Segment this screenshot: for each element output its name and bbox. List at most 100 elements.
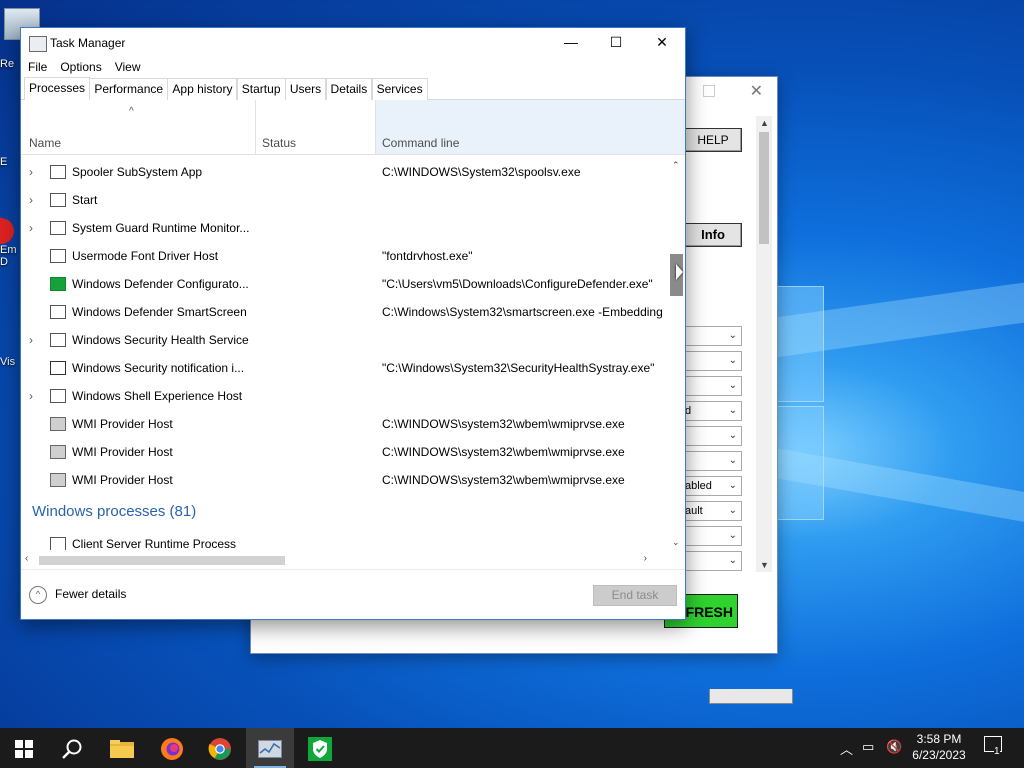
menu-options[interactable]: Options bbox=[53, 57, 107, 74]
process-name: System Guard Runtime Monitor... bbox=[72, 221, 250, 235]
scroll-up-icon[interactable]: ▲ bbox=[760, 118, 769, 128]
scrollbar-thumb[interactable] bbox=[39, 556, 285, 565]
tab-app-history[interactable]: App history bbox=[167, 78, 238, 100]
minimize-button[interactable]: — bbox=[548, 28, 594, 57]
column-divider[interactable] bbox=[375, 100, 376, 154]
process-row[interactable]: Usermode Font Driver Host "fontdrvhost.ex… bbox=[21, 242, 669, 270]
chevron-down-icon: ⌄ bbox=[728, 555, 737, 566]
provider-icon bbox=[50, 473, 66, 487]
start-button[interactable] bbox=[0, 728, 48, 768]
setting-select[interactable]: ⌄ bbox=[684, 326, 742, 346]
setting-select[interactable]: ⌄ bbox=[684, 451, 742, 471]
tab-users[interactable]: Users bbox=[284, 78, 327, 100]
file-explorer-button[interactable] bbox=[98, 728, 146, 768]
scroll-right-icon[interactable]: › bbox=[644, 553, 647, 564]
expand-chevron-icon[interactable]: › bbox=[29, 382, 33, 410]
scroll-down-icon[interactable]: ▼ bbox=[760, 560, 769, 570]
column-header-status[interactable]: Status bbox=[262, 136, 296, 150]
network-icon[interactable]: ▭ bbox=[862, 739, 874, 755]
process-command-line: C:\WINDOWS\system32\wbem\wmiprvse.exe bbox=[382, 445, 625, 459]
start-icon bbox=[50, 389, 66, 403]
process-name: WMI Provider Host bbox=[72, 473, 173, 487]
configure-defender-taskbar-button[interactable] bbox=[296, 728, 344, 768]
tab-processes[interactable]: Processes bbox=[24, 77, 91, 100]
process-row[interactable]: › Spooler SubSystem App C:\WINDOWS\System3… bbox=[21, 158, 669, 186]
search-icon bbox=[62, 739, 82, 760]
scrollbar-thumb[interactable] bbox=[759, 132, 769, 244]
tab-performance[interactable]: Performance bbox=[89, 78, 169, 100]
clock-time: 3:58 PM bbox=[916, 732, 962, 746]
footer-bar: ^ Fewer details End task bbox=[21, 569, 685, 620]
close-icon[interactable]: ✕ bbox=[750, 81, 763, 101]
setting-select[interactable]: abled ⌄ bbox=[684, 476, 742, 496]
tab-services[interactable]: Services bbox=[371, 78, 428, 100]
chevron-down-icon: ⌄ bbox=[728, 430, 737, 441]
tab-startup[interactable]: Startup bbox=[236, 78, 286, 100]
setting-select[interactable]: ault ⌄ bbox=[684, 501, 742, 521]
expand-chevron-icon[interactable]: › bbox=[29, 186, 33, 214]
menu-file[interactable]: File bbox=[21, 57, 53, 74]
horizontal-scrollbar[interactable]: ‹ › bbox=[21, 552, 669, 568]
column-header-command-line[interactable]: Command line bbox=[382, 136, 459, 150]
process-name: Windows Shell Experience Host bbox=[72, 389, 243, 403]
column-header-name[interactable]: Name bbox=[29, 136, 61, 150]
tab-details[interactable]: Details bbox=[325, 78, 373, 100]
window-titlebar[interactable]: Task Manager — ☐ ✕ bbox=[21, 28, 685, 57]
process-row[interactable]: WMI Provider Host C:\WINDOWS\system32\wbe… bbox=[21, 466, 669, 494]
system-clock[interactable]: 3:58 PM 6/23/2023 bbox=[906, 731, 972, 763]
process-row[interactable]: Windows Defender Configurato... "C:\Users… bbox=[21, 270, 669, 298]
setting-select[interactable]: ⌄ bbox=[684, 426, 742, 446]
process-name: Start bbox=[72, 193, 98, 207]
show-hidden-icons-chevron-icon[interactable]: ︿ bbox=[840, 739, 853, 758]
help-button[interactable]: HELP bbox=[684, 128, 742, 152]
process-name: WMI Provider Host bbox=[72, 417, 173, 431]
clock-date: 6/23/2023 bbox=[912, 748, 966, 762]
process-row[interactable]: › System Guard Runtime Monitor... bbox=[21, 214, 669, 242]
process-row[interactable]: Windows Defender SmartScreen C:\Windows\S… bbox=[21, 298, 669, 326]
setting-select[interactable]: ⌄ bbox=[684, 376, 742, 396]
bottom-button[interactable] bbox=[709, 689, 793, 704]
process-name: Usermode Font Driver Host bbox=[72, 249, 219, 263]
task-manager-icon bbox=[29, 36, 47, 52]
maximize-button[interactable]: ☐ bbox=[593, 28, 639, 57]
process-row[interactable]: WMI Provider Host C:\WINDOWS\system32\wbe… bbox=[21, 438, 669, 466]
setting-select[interactable]: ⌄ bbox=[684, 351, 742, 371]
maximize-icon[interactable] bbox=[703, 85, 715, 97]
expand-chevron-icon[interactable]: › bbox=[29, 158, 33, 186]
process-name: Spooler SubSystem App bbox=[72, 165, 203, 179]
firefox-button[interactable] bbox=[148, 728, 196, 768]
fewer-details-button[interactable]: ^ Fewer details bbox=[29, 586, 126, 604]
file-explorer-icon bbox=[110, 740, 134, 759]
task-manager-taskbar-button[interactable] bbox=[246, 728, 294, 768]
scroll-down-icon[interactable]: ⌄ bbox=[672, 537, 680, 548]
process-command-line: "C:\Windows\System32\SecurityHealthSystr… bbox=[382, 361, 655, 375]
expand-chevron-icon[interactable]: › bbox=[29, 326, 33, 354]
search-button[interactable] bbox=[48, 728, 96, 768]
info-button[interactable]: Info bbox=[684, 223, 742, 247]
process-row[interactable]: › Start bbox=[21, 186, 669, 214]
volume-muted-icon[interactable]: 🔇 bbox=[886, 739, 902, 755]
chrome-button[interactable] bbox=[196, 728, 244, 768]
scroll-up-icon[interactable]: ⌃ bbox=[672, 160, 680, 171]
process-row[interactable]: › Windows Shell Experience Host bbox=[21, 382, 669, 410]
column-divider[interactable] bbox=[255, 100, 256, 154]
setting-select[interactable]: ⌄ bbox=[684, 526, 742, 546]
process-name: Client Server Runtime Process bbox=[72, 537, 237, 550]
vertical-scrollbar[interactable]: ⌃ ⌄ bbox=[669, 158, 685, 550]
vertical-scrollbar[interactable]: ▲ ▼ bbox=[756, 116, 772, 572]
process-row[interactable]: Client Server Runtime Process bbox=[21, 530, 669, 550]
process-list[interactable]: › Spooler SubSystem App C:\WINDOWS\System3… bbox=[21, 158, 669, 550]
process-row[interactable]: Windows Security notification i... "C:\Wi… bbox=[21, 354, 669, 382]
menu-view[interactable]: View bbox=[108, 57, 147, 74]
end-task-button[interactable]: End task bbox=[593, 585, 677, 606]
setting-select[interactable]: ⌄ bbox=[684, 551, 742, 571]
chevron-down-icon: ⌄ bbox=[728, 480, 737, 491]
task-manager-window[interactable]: Task Manager — ☐ ✕ File Options View Proce… bbox=[20, 27, 686, 620]
expand-chevron-icon[interactable]: › bbox=[29, 214, 33, 242]
scroll-left-icon[interactable]: ‹ bbox=[25, 553, 28, 564]
process-row[interactable]: WMI Provider Host C:\WINDOWS\system32\wbe… bbox=[21, 410, 669, 438]
process-row[interactable]: › Windows Security Health Service bbox=[21, 326, 669, 354]
setting-select[interactable]: d ⌄ bbox=[684, 401, 742, 421]
action-center-button[interactable]: 1 bbox=[984, 736, 1002, 757]
close-button[interactable]: ✕ bbox=[639, 28, 685, 57]
